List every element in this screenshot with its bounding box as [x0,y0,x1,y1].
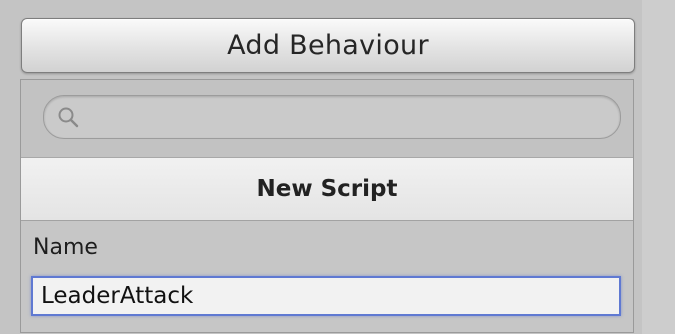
name-label: Name [33,235,98,260]
new-script-header: New Script [21,157,633,221]
background-strip [642,0,675,334]
add-behaviour-dropdown-panel: New Script Name [20,79,634,333]
script-name-input[interactable] [31,276,621,316]
add-behaviour-button[interactable]: Add Behaviour [21,18,635,73]
search-icon [56,105,80,129]
search-input[interactable] [86,104,610,132]
search-row [21,80,633,157]
search-field[interactable] [43,95,621,139]
